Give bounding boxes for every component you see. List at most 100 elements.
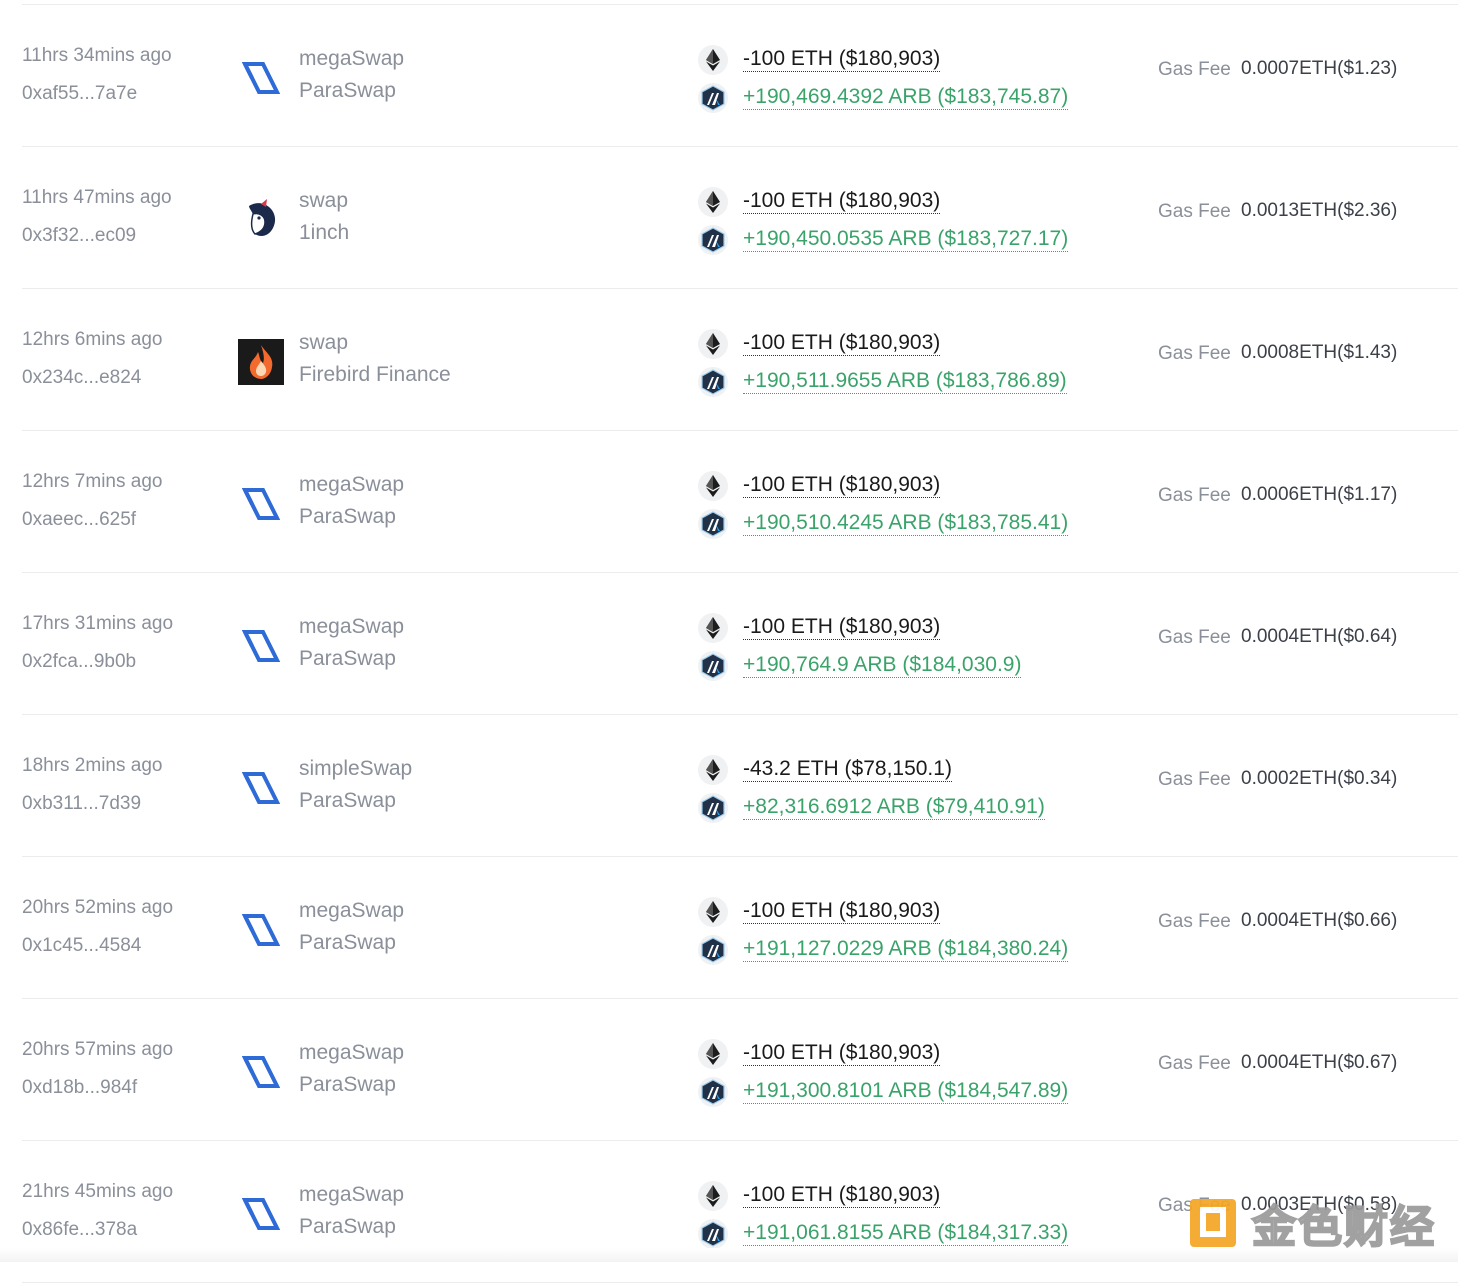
eth-icon bbox=[698, 45, 728, 75]
tx-method: megaSwap bbox=[299, 1183, 405, 1206]
amount-in-link[interactable]: +191,061.8155 ARB ($184,317.33) bbox=[743, 1221, 1069, 1246]
amount-out-link[interactable]: -100 ETH ($180,903) bbox=[743, 1041, 941, 1066]
eth-icon bbox=[698, 329, 728, 359]
arb-icon bbox=[698, 793, 728, 823]
tx-hash-link[interactable]: 0x3f32...ec09 bbox=[22, 225, 136, 247]
gas-fee-label: Gas Fee bbox=[1158, 343, 1231, 364]
amount-out-link[interactable]: -100 ETH ($180,903) bbox=[743, 473, 941, 498]
bottom-edge bbox=[0, 1248, 1458, 1262]
table-row: 11hrs 47mins ago 0x3f32...ec09 swap 1inc… bbox=[22, 147, 1458, 289]
gas-fee-label: Gas Fee bbox=[1158, 1053, 1231, 1074]
amount-in-link[interactable]: +191,300.8101 ARB ($184,547.89) bbox=[743, 1079, 1069, 1104]
tx-method: megaSwap bbox=[299, 899, 405, 922]
eth-icon bbox=[698, 897, 728, 927]
oneinch-icon bbox=[238, 197, 284, 243]
gas-fee-value: 0.0008ETH($1.43) bbox=[1241, 342, 1398, 363]
table-row: 12hrs 7mins ago 0xaeec...625f megaSwap P… bbox=[22, 431, 1458, 573]
paraswap-icon bbox=[238, 765, 284, 811]
gas-fee-value: 0.0002ETH($0.34) bbox=[1241, 768, 1398, 789]
gas-fee-value: 0.0004ETH($0.66) bbox=[1241, 910, 1398, 931]
transaction-list: 11hrs 34mins ago 0xaf55...7a7e megaSwap … bbox=[0, 5, 1458, 1283]
arb-icon bbox=[698, 225, 728, 255]
amount-out-link[interactable]: -100 ETH ($180,903) bbox=[743, 899, 941, 924]
arb-icon bbox=[698, 509, 728, 539]
gas-fee-value: 0.0013ETH($2.36) bbox=[1241, 200, 1398, 221]
paraswap-icon bbox=[238, 1049, 284, 1095]
tx-hash-link[interactable]: 0x2fca...9b0b bbox=[22, 651, 136, 673]
arb-icon bbox=[698, 651, 728, 681]
tx-method: megaSwap bbox=[299, 473, 405, 496]
jinse-logo-icon bbox=[1190, 1199, 1236, 1247]
tx-time: 11hrs 47mins ago bbox=[22, 187, 172, 208]
watermark: 金色财经 bbox=[1188, 1194, 1458, 1254]
tx-method: simpleSwap bbox=[299, 757, 413, 780]
arb-icon bbox=[698, 83, 728, 113]
tx-protocol: ParaSwap bbox=[299, 1215, 396, 1238]
amount-in-link[interactable]: +191,127.0229 ARB ($184,380.24) bbox=[743, 937, 1069, 962]
gas-fee-label: Gas Fee bbox=[1158, 485, 1231, 506]
paraswap-icon bbox=[238, 481, 284, 527]
tx-method: swap bbox=[299, 331, 349, 354]
paraswap-icon bbox=[238, 623, 284, 669]
tx-protocol: 1inch bbox=[299, 221, 350, 244]
amount-out-link[interactable]: -100 ETH ($180,903) bbox=[743, 615, 941, 640]
tx-time: 12hrs 6mins ago bbox=[22, 329, 163, 350]
arb-icon bbox=[698, 935, 728, 965]
arb-icon bbox=[698, 1219, 728, 1249]
watermark-text: 金色财经 bbox=[1251, 1201, 1436, 1254]
tx-protocol: ParaSwap bbox=[299, 647, 396, 670]
table-row: 12hrs 6mins ago 0x234c...e824 swap Fireb… bbox=[22, 289, 1458, 431]
amount-in-link[interactable]: +190,450.0535 ARB ($183,727.17) bbox=[743, 227, 1069, 252]
gas-fee-value: 0.0004ETH($0.67) bbox=[1241, 1052, 1398, 1073]
eth-icon bbox=[698, 187, 728, 217]
tx-method: swap bbox=[299, 189, 349, 212]
gas-fee-value: 0.0006ETH($1.17) bbox=[1241, 484, 1398, 505]
tx-protocol: ParaSwap bbox=[299, 79, 396, 102]
tx-time: 20hrs 57mins ago bbox=[22, 1039, 174, 1060]
tx-protocol: ParaSwap bbox=[299, 789, 396, 812]
amount-in-link[interactable]: +190,510.4245 ARB ($183,785.41) bbox=[743, 511, 1069, 536]
firebird-icon bbox=[238, 339, 284, 385]
amount-out-link[interactable]: -100 ETH ($180,903) bbox=[743, 1183, 941, 1208]
tx-hash-link[interactable]: 0xaf55...7a7e bbox=[22, 83, 137, 105]
amount-in-link[interactable]: +190,511.9655 ARB ($183,786.89) bbox=[743, 369, 1067, 394]
amount-out-link[interactable]: -100 ETH ($180,903) bbox=[743, 189, 941, 214]
paraswap-icon bbox=[238, 1191, 284, 1237]
tx-time: 11hrs 34mins ago bbox=[22, 45, 172, 66]
amount-out-link[interactable]: -43.2 ETH ($78,150.1) bbox=[743, 757, 952, 782]
eth-icon bbox=[698, 1181, 728, 1211]
table-row: 17hrs 31mins ago 0x2fca...9b0b megaSwap … bbox=[22, 573, 1458, 715]
tx-protocol: ParaSwap bbox=[299, 1073, 396, 1096]
tx-method: megaSwap bbox=[299, 47, 405, 70]
amount-in-link[interactable]: +190,469.4392 ARB ($183,745.87) bbox=[743, 85, 1069, 110]
gas-fee-label: Gas Fee bbox=[1158, 201, 1231, 222]
tx-hash-link[interactable]: 0x86fe...378a bbox=[22, 1219, 137, 1241]
gas-fee-value: 0.0007ETH($1.23) bbox=[1241, 58, 1398, 79]
arb-icon bbox=[698, 367, 728, 397]
paraswap-icon bbox=[238, 907, 284, 953]
tx-hash-link[interactable]: 0x234c...e824 bbox=[22, 367, 141, 389]
paraswap-icon bbox=[238, 55, 284, 101]
gas-fee-label: Gas Fee bbox=[1158, 911, 1231, 932]
table-row: 11hrs 34mins ago 0xaf55...7a7e megaSwap … bbox=[22, 5, 1458, 147]
gas-fee-label: Gas Fee bbox=[1158, 627, 1231, 648]
amount-in-link[interactable]: +190,764.9 ARB ($184,030.9) bbox=[743, 653, 1022, 678]
eth-icon bbox=[698, 755, 728, 785]
eth-icon bbox=[698, 1039, 728, 1069]
tx-hash-link[interactable]: 0xaeec...625f bbox=[22, 509, 136, 531]
arb-icon bbox=[698, 1077, 728, 1107]
amount-in-link[interactable]: +82,316.6912 ARB ($79,410.91) bbox=[743, 795, 1045, 820]
gas-fee-value: 0.0004ETH($0.64) bbox=[1241, 626, 1398, 647]
table-row: 20hrs 52mins ago 0x1c45...4584 megaSwap … bbox=[22, 857, 1458, 999]
eth-icon bbox=[698, 613, 728, 643]
tx-time: 21hrs 45mins ago bbox=[22, 1181, 174, 1202]
tx-hash-link[interactable]: 0x1c45...4584 bbox=[22, 935, 141, 957]
amount-out-link[interactable]: -100 ETH ($180,903) bbox=[743, 47, 941, 72]
gas-fee-label: Gas Fee bbox=[1158, 769, 1231, 790]
amount-out-link[interactable]: -100 ETH ($180,903) bbox=[743, 331, 941, 356]
table-row: 18hrs 2mins ago 0xb311...7d39 simpleSwap… bbox=[22, 715, 1458, 857]
tx-hash-link[interactable]: 0xd18b...984f bbox=[22, 1077, 137, 1099]
tx-hash-link[interactable]: 0xb311...7d39 bbox=[22, 793, 141, 815]
tx-time: 12hrs 7mins ago bbox=[22, 471, 163, 492]
tx-time: 20hrs 52mins ago bbox=[22, 897, 174, 918]
